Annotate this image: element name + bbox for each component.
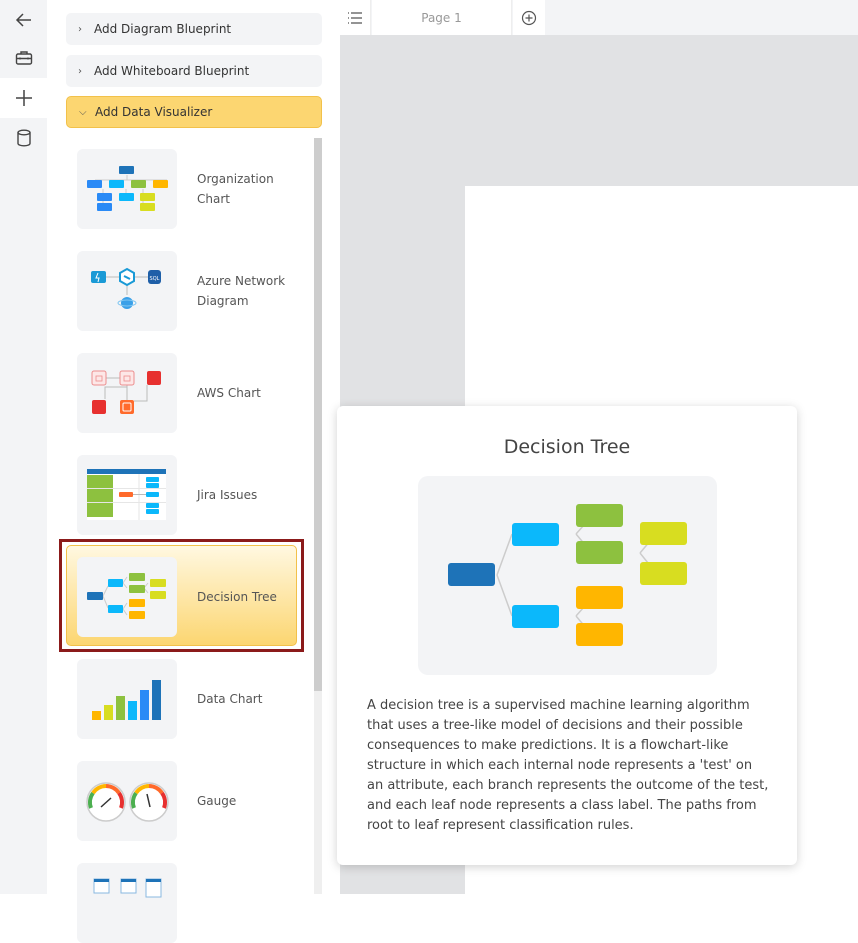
plus-circle-icon	[521, 10, 537, 25]
section-label: Add Diagram Blueprint	[94, 22, 232, 36]
org-chart-thumbnail	[77, 149, 177, 229]
section-label: Add Data Visualizer	[95, 105, 213, 119]
jira-thumbnail	[77, 455, 177, 535]
template-organization-chart[interactable]: Organization Chart	[77, 149, 301, 229]
briefcase-icon	[15, 51, 32, 65]
chevron-right-icon: ›	[78, 65, 82, 77]
icon-rail	[0, 0, 47, 894]
template-label: Jira Issues	[197, 488, 258, 502]
add-button[interactable]	[0, 78, 47, 118]
tab-label: Page 1	[421, 10, 462, 25]
template-label: Data Chart	[197, 692, 263, 706]
preview-image	[418, 476, 717, 675]
template-entity-relationship[interactable]	[77, 863, 301, 943]
decision-tree-thumbnail	[77, 557, 177, 637]
template-label: Organization Chart	[197, 172, 274, 206]
preview-title: Decision Tree	[503, 436, 631, 458]
template-preview-popover: Decision Tree A decision tree is a super…	[337, 406, 797, 865]
section-diagram-blueprint[interactable]: › Add Diagram Blueprint	[66, 13, 322, 45]
template-data-chart[interactable]: Data Chart	[77, 659, 301, 739]
template-label: Decision Tree	[197, 590, 277, 604]
gauge-thumbnail	[77, 761, 177, 841]
section-data-visualizer[interactable]: ⌵ Add Data Visualizer	[66, 96, 322, 128]
template-jira-issues[interactable]: Jira Issues	[77, 455, 301, 535]
scrollbar-thumb[interactable]	[314, 138, 322, 691]
template-gauge[interactable]: Gauge	[77, 761, 301, 841]
back-button[interactable]	[0, 0, 47, 40]
plus-icon	[15, 90, 32, 106]
toolbox-button[interactable]	[0, 38, 47, 78]
data-button[interactable]	[0, 118, 47, 158]
template-label: AWS Chart	[197, 386, 261, 400]
chevron-down-icon: ⌵	[79, 106, 87, 118]
aws-thumbnail	[77, 353, 177, 433]
tab-page-1[interactable]: Page 1	[372, 0, 512, 35]
template-label: Gauge	[197, 794, 237, 808]
er-thumbnail	[77, 863, 177, 943]
section-whiteboard-blueprint[interactable]: › Add Whiteboard Blueprint	[66, 55, 322, 87]
chevron-right-icon: ›	[78, 23, 82, 35]
section-label: Add Whiteboard Blueprint	[94, 64, 250, 78]
template-aws-chart[interactable]: AWS Chart	[77, 353, 301, 433]
data-chart-thumbnail	[77, 659, 177, 739]
page-list-button[interactable]	[340, 0, 371, 35]
template-azure-network-diagram[interactable]: SQL Azure Network Diagram	[77, 251, 301, 331]
page-bar: Page 1	[340, 0, 858, 35]
preview-description: A decision tree is a supervised machine …	[367, 698, 769, 833]
sidebar-panel: › Add Diagram Blueprint › Add Whiteboard…	[47, 0, 340, 943]
template-label: Azure Network Diagram	[197, 274, 286, 308]
svg-text:SQL: SQL	[150, 276, 160, 282]
arrow-left-icon	[15, 13, 31, 27]
add-page-button[interactable]	[513, 0, 545, 35]
list-icon	[348, 11, 362, 24]
database-icon	[16, 129, 31, 147]
template-decision-tree[interactable]: Decision Tree	[77, 557, 301, 637]
azure-thumbnail: SQL	[77, 251, 177, 331]
